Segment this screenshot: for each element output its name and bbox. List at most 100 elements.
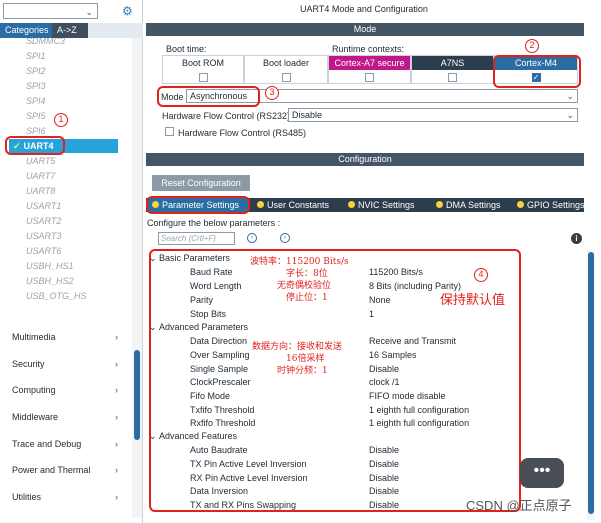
left-tab-bar: Categories A->Z xyxy=(0,23,143,38)
status-dot-icon xyxy=(517,201,524,208)
context-boot-rom: Boot ROM xyxy=(162,55,244,84)
watermark: CSDN @正点原子 xyxy=(466,498,572,513)
tab-label: User Constants xyxy=(267,200,330,210)
hfc-rs232-label: Hardware Flow Control (RS232) xyxy=(162,111,291,121)
context-name: Cortex-A7 secure xyxy=(329,56,410,70)
list-item[interactable]: USART6 xyxy=(26,244,61,258)
chevron-down-icon: ⌄ xyxy=(566,91,574,101)
category-label: Computing xyxy=(12,385,56,395)
context-checkbox[interactable] xyxy=(448,73,457,82)
chevron-right-icon: › xyxy=(115,385,118,395)
left-toolbar: ⌄ ⚙ xyxy=(0,0,143,23)
tab-label: NVIC Settings xyxy=(358,200,415,210)
category-dropdown[interactable]: ⌄ xyxy=(3,3,98,19)
configure-instructions: Configure the below parameters : xyxy=(147,218,281,228)
chevron-right-icon: › xyxy=(115,412,118,422)
chevron-right-icon: › xyxy=(115,439,118,449)
list-item[interactable]: UART5 xyxy=(26,154,55,168)
hfc-rs485-label: Hardware Flow Control (RS485) xyxy=(178,128,307,138)
category-trace-and-debug[interactable]: Trace and Debug › xyxy=(0,434,128,454)
category-multimedia[interactable]: Multimedia › xyxy=(0,327,128,347)
chevron-right-icon: › xyxy=(115,492,118,502)
category-label: Trace and Debug xyxy=(12,439,82,449)
tab-gpio-settings[interactable]: GPIO Settings xyxy=(513,198,585,212)
context-name: A7NS xyxy=(412,56,493,70)
status-dot-icon xyxy=(348,201,355,208)
previous-icon[interactable]: ‹ xyxy=(247,233,257,243)
category-label: Multimedia xyxy=(12,332,56,342)
list-item[interactable]: SPI5 xyxy=(26,109,46,123)
chevron-right-icon: › xyxy=(115,332,118,342)
hfc-rs232-select[interactable]: Disable ⌄ xyxy=(288,108,578,122)
context-checkbox[interactable] xyxy=(281,73,291,82)
category-label: Utilities xyxy=(12,492,42,502)
tab-categories[interactable]: Categories xyxy=(0,23,52,38)
scrollbar-thumb[interactable] xyxy=(588,252,594,514)
list-item[interactable]: SPI1 xyxy=(26,49,46,63)
context-a7ns: A7NS xyxy=(411,55,494,84)
parameter-scrollbar[interactable] xyxy=(587,250,595,520)
next-icon[interactable]: › xyxy=(280,233,290,243)
list-item[interactable]: SDMMC3 xyxy=(26,38,65,48)
context-checkbox[interactable] xyxy=(365,73,374,82)
list-item[interactable]: UART8 xyxy=(26,184,55,198)
tab-a-z[interactable]: A->Z xyxy=(52,23,88,38)
left-panel: ⌄ ⚙ Categories A->Z SDMMC3 SPI1 SPI2 SPI… xyxy=(0,0,143,523)
marker-1: 1 xyxy=(54,113,68,127)
info-icon[interactable]: i xyxy=(571,233,582,244)
marker-3: 3 xyxy=(265,86,279,100)
highlight-parameters xyxy=(149,249,521,512)
page-title: UART4 Mode and Configuration xyxy=(300,4,428,14)
chevron-down-icon: ⌄ xyxy=(85,7,93,17)
peripheral-list: SDMMC3 SPI1 SPI2 SPI3 SPI4 SPI5 SPI6 ✔ UA… xyxy=(0,38,132,308)
category-security[interactable]: Security › xyxy=(0,354,128,374)
list-item[interactable]: UART7 xyxy=(26,169,55,183)
chat-icon[interactable]: ••• xyxy=(520,458,564,488)
chevron-down-icon: ⌄ xyxy=(566,110,574,120)
list-item[interactable]: USART3 xyxy=(26,229,61,243)
tab-nvic-settings[interactable]: NVIC Settings xyxy=(344,198,426,212)
chevron-right-icon: › xyxy=(115,359,118,369)
status-dot-icon xyxy=(257,201,264,208)
category-middleware[interactable]: Middleware › xyxy=(0,407,128,427)
gear-icon[interactable]: ⚙ xyxy=(122,4,133,18)
marker-2: 2 xyxy=(525,39,539,53)
chevron-right-icon: › xyxy=(115,465,118,475)
list-item[interactable]: SPI4 xyxy=(26,94,46,108)
list-item[interactable]: USB_OTG_HS xyxy=(26,289,87,303)
category-power-and-thermal[interactable]: Power and Thermal › xyxy=(0,460,128,480)
context-boot-loader: Boot loader xyxy=(244,55,328,84)
mode-section-header: Mode xyxy=(146,23,584,36)
context-cortex-a7-secure: Cortex-A7 secure xyxy=(328,55,411,84)
tab-label: GPIO Settings xyxy=(527,200,585,210)
context-checkbox[interactable] xyxy=(198,73,208,82)
list-item[interactable]: USBH_HS2 xyxy=(26,274,74,288)
highlight-uart4 xyxy=(5,136,65,155)
category-label: Power and Thermal xyxy=(12,465,91,475)
category-label: Security xyxy=(12,359,45,369)
highlight-cortex-m4 xyxy=(493,55,581,88)
list-item[interactable]: SPI2 xyxy=(26,64,46,78)
context-name: Boot loader xyxy=(262,58,310,68)
list-item[interactable]: USART1 xyxy=(26,199,61,213)
hfc-rs232-value: Disable xyxy=(292,110,323,120)
tab-dma-settings[interactable]: DMA Settings xyxy=(432,198,512,212)
search-input[interactable]: Search (Crtl+F) xyxy=(158,232,235,245)
runtime-contexts-label: Runtime contexts: xyxy=(332,44,405,54)
reset-configuration-button[interactable]: Reset Configuration xyxy=(152,175,250,191)
tab-user-constants[interactable]: User Constants xyxy=(253,198,341,212)
boot-time-label: Boot time: xyxy=(166,44,207,54)
category-computing[interactable]: Computing › xyxy=(0,380,128,400)
list-item[interactable]: SPI3 xyxy=(26,79,46,93)
left-scrollbar[interactable] xyxy=(132,38,142,518)
tab-label: DMA Settings xyxy=(446,200,501,210)
list-item[interactable]: USBH_HS1 xyxy=(26,259,74,273)
hfc-rs485-checkbox[interactable] xyxy=(165,127,174,136)
highlight-mode xyxy=(157,86,260,107)
scrollbar-thumb[interactable] xyxy=(134,350,140,440)
category-utilities[interactable]: Utilities › xyxy=(0,487,128,507)
configuration-section-header: Configuration xyxy=(146,153,584,166)
list-item[interactable]: USART2 xyxy=(26,214,61,228)
status-dot-icon xyxy=(436,201,443,208)
category-label: Middleware xyxy=(12,412,59,422)
